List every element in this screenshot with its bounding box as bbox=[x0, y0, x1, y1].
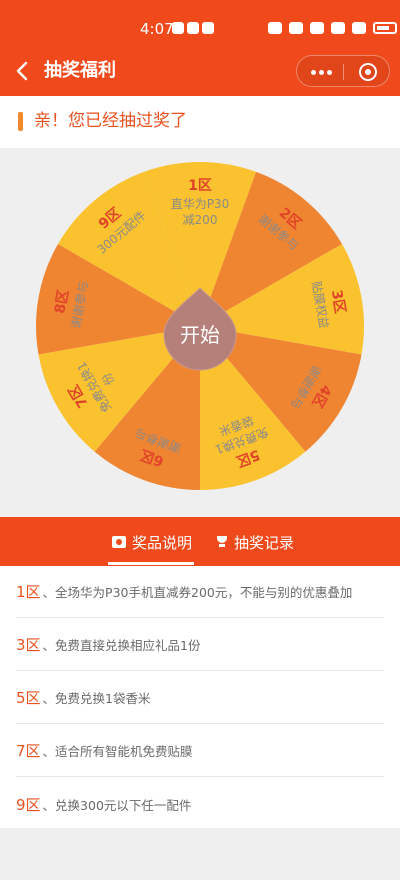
prize-description: 、免费直接兑换相应礼品1份 bbox=[42, 638, 201, 653]
active-tab-indicator bbox=[108, 562, 194, 565]
wheel-prize-label: 直华为P30 bbox=[171, 197, 230, 211]
notice-accent-bar bbox=[18, 112, 23, 131]
wheel-zone-label: 1区 bbox=[188, 178, 212, 194]
prize-description: 、兑换300元以下任一配件 bbox=[42, 797, 192, 813]
battery-icon bbox=[373, 22, 397, 34]
mini-program-capsule bbox=[296, 55, 390, 87]
list-item: 3区 、免费直接兑换相应礼品1份 bbox=[16, 619, 384, 671]
system-icons bbox=[268, 22, 397, 34]
tab-bar: 奖品说明 抽奖记录 bbox=[0, 517, 400, 566]
prize-zone: 9区 bbox=[16, 795, 41, 814]
notification-icons bbox=[172, 22, 214, 34]
wheel-prize-label: 减200 bbox=[183, 213, 218, 227]
prize-list: 1区 、全场华为P30手机直减券200元，不能与别的优惠叠加 3区 、免费直接兑… bbox=[0, 566, 400, 828]
status-time: 4:07 bbox=[140, 20, 174, 38]
dot-icon bbox=[326, 69, 332, 75]
lottery-wheel-area: 1区 直华为P30 减200 2区 谢谢参与 3区 贴膜权益 4区 谢谢参与 5区 免费兑换1 袋香米… bbox=[0, 148, 400, 518]
prize-zone: 5区 bbox=[16, 689, 41, 707]
eye-icon bbox=[268, 22, 282, 34]
prize-description: 、全场华为P30手机直减券200元，不能与别的优惠叠加 bbox=[42, 585, 353, 600]
prize-zone: 7区 bbox=[16, 742, 41, 760]
wifi-icon bbox=[331, 22, 345, 34]
more-button[interactable] bbox=[301, 58, 341, 86]
close-mini-program-button[interactable] bbox=[349, 58, 387, 86]
tab-lottery-records[interactable]: 抽奖记录 bbox=[216, 530, 294, 554]
list-item: 5区 、免费兑换1袋香米 bbox=[16, 672, 384, 724]
alarm-icon bbox=[310, 22, 324, 34]
list-item: 1区 、全场华为P30手机直减券200元，不能与别的优惠叠加 bbox=[16, 566, 384, 618]
app-icon bbox=[187, 22, 199, 34]
capsule-divider bbox=[343, 64, 344, 80]
prize-zone: 1区 bbox=[16, 583, 41, 601]
page-title: 抽奖福利 bbox=[44, 60, 116, 81]
tab-prize-info-label: 奖品说明 bbox=[132, 533, 193, 552]
message-icon bbox=[172, 22, 184, 34]
app-icon bbox=[202, 22, 214, 34]
signal-icon bbox=[352, 22, 366, 34]
prize-description: 、免费兑换1袋香米 bbox=[42, 691, 151, 706]
notice-text: 亲！您已经抽过奖了 bbox=[34, 111, 187, 131]
camera-icon bbox=[112, 536, 126, 548]
prize-zone: 3区 bbox=[16, 636, 41, 654]
nfc-icon bbox=[289, 22, 303, 34]
target-icon bbox=[359, 63, 377, 81]
chevron-left-icon bbox=[16, 61, 28, 81]
list-item: 9区 、兑换300元以下任一配件 bbox=[16, 778, 384, 830]
list-item: 7区 、适合所有智能机免费贴膜 bbox=[16, 725, 384, 777]
prize-description: 、适合所有智能机免费贴膜 bbox=[42, 744, 193, 759]
start-button-label: 开始 bbox=[180, 323, 220, 347]
lottery-wheel: 1区直华为P30减200 2区谢谢参与3区贴膜权益4区谢谢参与5区免费兑换1袋香米… bbox=[36, 162, 364, 490]
dot-icon bbox=[310, 69, 316, 75]
notice-banner: 亲！您已经抽过奖了 bbox=[0, 96, 400, 148]
trophy-icon bbox=[216, 536, 228, 548]
tab-prize-info[interactable]: 奖品说明 bbox=[112, 530, 192, 554]
dot-icon bbox=[318, 69, 324, 75]
tab-lottery-records-label: 抽奖记录 bbox=[234, 533, 295, 552]
back-button[interactable] bbox=[10, 58, 36, 84]
status-bar: 4:07 bbox=[0, 0, 400, 46]
nav-bar: 抽奖福利 bbox=[0, 46, 400, 96]
